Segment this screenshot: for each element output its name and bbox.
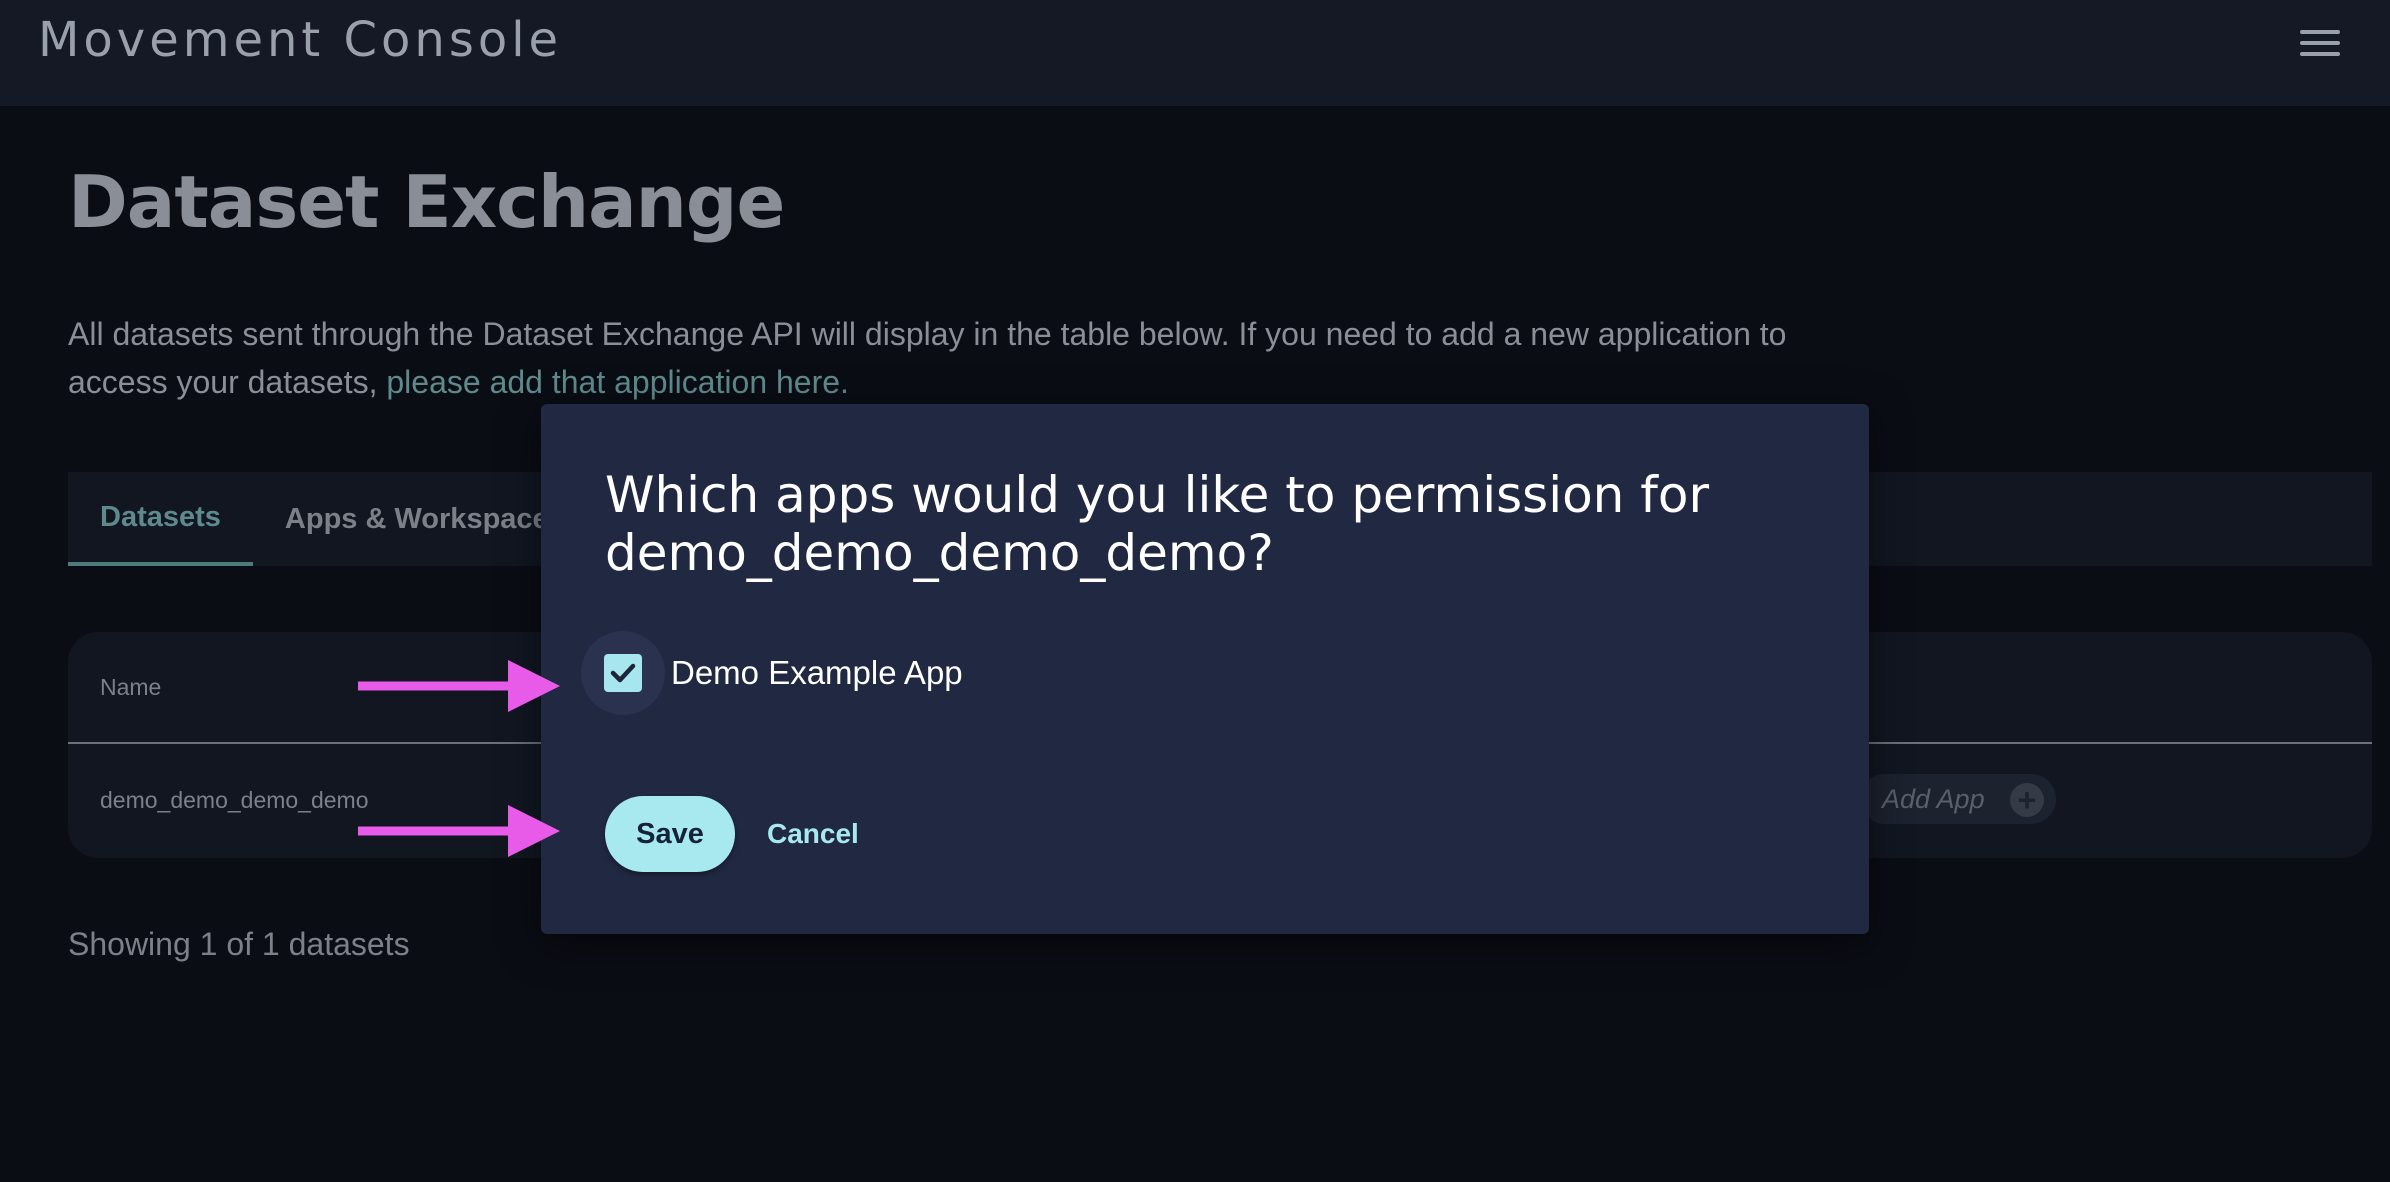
add-app-label: Add App xyxy=(1882,783,1985,814)
permission-modal: Which apps would you like to permission … xyxy=(541,404,1869,934)
plus-circle-icon: + xyxy=(2010,783,2044,817)
checkbox-focus-ring[interactable] xyxy=(581,631,665,715)
annotation-arrow-checkbox-icon xyxy=(358,660,560,712)
app-title: Movement Console xyxy=(38,12,563,68)
tab-datasets[interactable]: Datasets xyxy=(68,472,253,566)
save-button[interactable]: Save xyxy=(605,796,735,872)
app-option-label: Demo Example App xyxy=(671,654,963,691)
modal-title: Which apps would you like to permission … xyxy=(605,466,1710,582)
intro-text-body: All datasets sent through the Dataset Ex… xyxy=(68,316,1787,400)
tab-apps-workspace[interactable]: Apps & Workspace xyxy=(253,472,581,566)
intro-text: All datasets sent through the Dataset Ex… xyxy=(68,310,1828,406)
checkmark-icon xyxy=(610,663,636,683)
dataset-name: demo_demo_demo_demo xyxy=(100,786,369,813)
app-option-demo-example[interactable]: Demo Example App xyxy=(581,628,963,718)
annotation-arrow-save-icon xyxy=(358,805,560,857)
demo-example-app-checkbox[interactable] xyxy=(604,654,642,692)
cancel-button[interactable]: Cancel xyxy=(767,796,859,872)
column-header-name: Name xyxy=(100,673,162,700)
add-app-button[interactable]: Add App + xyxy=(1860,774,2056,824)
page-title: Dataset Exchange xyxy=(68,160,785,244)
hamburger-menu-icon[interactable] xyxy=(2300,28,2340,58)
datasets-count: Showing 1 of 1 datasets xyxy=(68,926,410,962)
add-application-link[interactable]: please add that application here. xyxy=(386,364,849,400)
top-bar: Movement Console xyxy=(0,0,2390,106)
